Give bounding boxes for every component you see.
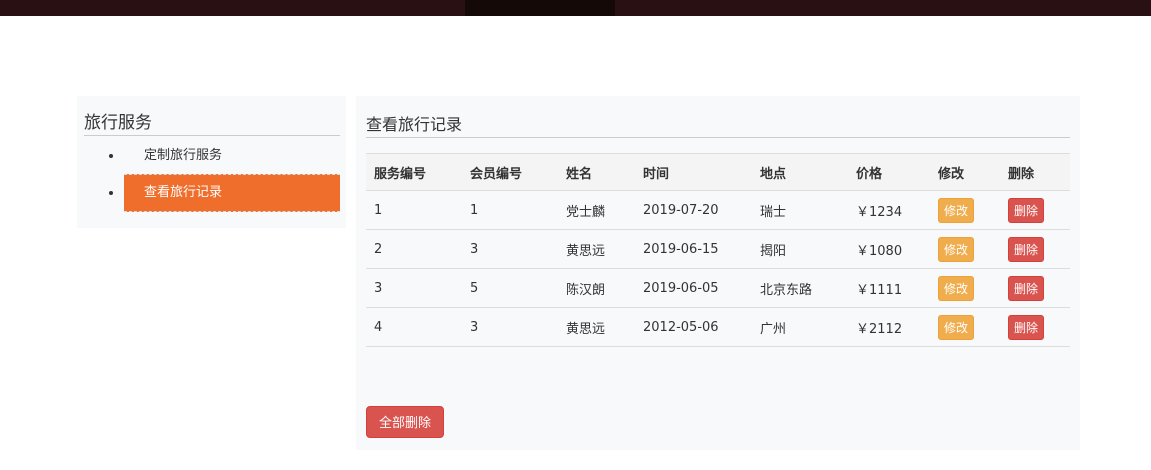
table-cell: 北京东路: [752, 268, 848, 308]
column-header: 姓名: [558, 153, 635, 191]
action-cell: 删除: [1000, 229, 1070, 269]
column-header: 时间: [635, 153, 752, 191]
column-header: 地点: [752, 153, 848, 191]
table-cell: 陈汉朗: [558, 268, 635, 308]
records-panel: 查看旅行记录 服务编号 会员编号 姓名 时间 地点 价格 修改 删除 1 1 党士麟 2019-07…: [356, 96, 1080, 450]
column-header: 删除: [1000, 153, 1070, 191]
table-cell: 3: [462, 229, 558, 269]
divider: [84, 135, 340, 136]
delete-button[interactable]: 删除: [1008, 275, 1045, 301]
table-row: 1 1 党士麟 2019-07-20 瑞士 ￥1234 修改 删除: [366, 190, 1070, 230]
action-cell: 修改: [930, 190, 1000, 230]
delete-all-button[interactable]: 全部删除: [366, 406, 445, 438]
table-cell: 党士麟: [558, 190, 635, 230]
sidebar-item-custom-travel[interactable]: 定制旅行服务: [109, 138, 340, 174]
table-cell: 瑞士: [752, 190, 848, 230]
table-cell: 广州: [752, 307, 848, 347]
delete-button[interactable]: 删除: [1008, 236, 1045, 262]
action-cell: 删除: [1000, 268, 1070, 308]
records-table: 服务编号 会员编号 姓名 时间 地点 价格 修改 删除 1 1 党士麟 2019-07-20 瑞士 ￥1…: [366, 153, 1070, 347]
column-header: 价格: [848, 153, 930, 191]
table-cell: 1: [366, 190, 462, 230]
column-header: 服务编号: [366, 153, 462, 191]
column-header: 修改: [930, 153, 1000, 191]
action-cell: 修改: [930, 307, 1000, 347]
table-cell: ￥1111: [848, 268, 930, 308]
table-cell: 揭阳: [752, 229, 848, 269]
table-cell: ￥1234: [848, 190, 930, 230]
table-cell: 4: [366, 307, 462, 347]
table-cell: 2019-07-20: [635, 190, 752, 230]
table-row: 3 5 陈汉朗 2019-06-05 北京东路 ￥1111 修改 删除: [366, 268, 1070, 308]
table-cell: 2: [366, 229, 462, 269]
top-nav-active-item[interactable]: [465, 0, 615, 16]
table-cell: 2019-06-05: [635, 268, 752, 308]
edit-button[interactable]: 修改: [938, 197, 975, 223]
delete-button[interactable]: 删除: [1008, 197, 1045, 223]
edit-button[interactable]: 修改: [938, 275, 975, 301]
edit-button[interactable]: 修改: [938, 236, 975, 262]
table-row: 2 3 黄思远 2019-06-15 揭阳 ￥1080 修改 删除: [366, 229, 1070, 269]
bullet-icon: [109, 154, 113, 158]
table-cell: 1: [462, 190, 558, 230]
column-header: 会员编号: [462, 153, 558, 191]
table-row: 4 3 黄思远 2012-05-06 广州 ￥2112 修改 删除: [366, 307, 1070, 347]
bullet-icon: [109, 191, 113, 195]
table-cell: 3: [366, 268, 462, 308]
sidebar-title: 旅行服务: [84, 113, 152, 133]
delete-button[interactable]: 删除: [1008, 314, 1045, 340]
table-cell: 3: [462, 307, 558, 347]
top-nav-bar: [0, 0, 1151, 16]
table-cell: 黄思远: [558, 229, 635, 269]
action-cell: 修改: [930, 268, 1000, 308]
table-cell: 5: [462, 268, 558, 308]
table-cell: 2019-06-15: [635, 229, 752, 269]
table-cell: 2012-05-06: [635, 307, 752, 347]
table-cell: ￥1080: [848, 229, 930, 269]
page-title: 查看旅行记录: [366, 115, 463, 134]
edit-button[interactable]: 修改: [938, 314, 975, 340]
table-cell: ￥2112: [848, 307, 930, 347]
action-cell: 删除: [1000, 307, 1070, 347]
sidebar: 旅行服务 定制旅行服务 查看旅行记录: [77, 96, 346, 228]
table-cell: 黄思远: [558, 307, 635, 347]
action-cell: 修改: [930, 229, 1000, 269]
divider: [366, 137, 1070, 138]
action-cell: 删除: [1000, 190, 1070, 230]
sidebar-item-travel-records[interactable]: 查看旅行记录: [109, 174, 340, 212]
